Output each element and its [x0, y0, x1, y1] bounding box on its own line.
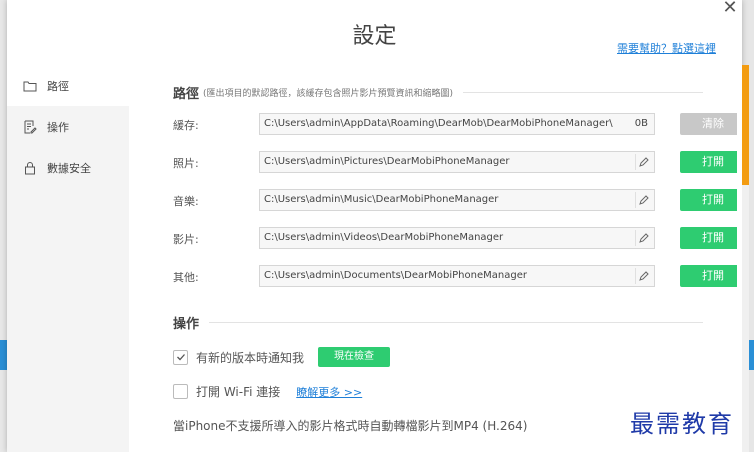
pencil-icon[interactable] [635, 154, 652, 170]
open-videos-button[interactable]: 打開 [680, 227, 737, 249]
settings-content: 路徑 (匯出項目的默認路徑，該緩存包含照片影片預覽資訊和縮略圖) 緩存: C:\… [129, 65, 737, 452]
sidebar-item-label: 數據安全 [47, 161, 91, 175]
open-other-button[interactable]: 打開 [680, 265, 737, 287]
path-text: C:\Users\admin\Videos\DearMobiPhoneManag… [264, 232, 504, 243]
lock-icon [25, 161, 35, 174]
photos-row: 照片: C:\Users\admin\Pictures\DearMobiPhon… [173, 151, 737, 175]
notify-label: 有新的版本時通知我 [196, 350, 305, 365]
notify-option: 有新的版本時通知我 現在檢查 [173, 347, 391, 367]
row-label: 音樂: [173, 195, 199, 208]
open-music-button[interactable]: 打開 [680, 189, 737, 211]
path-text: C:\Users\admin\Music\DearMobiPhoneManage… [264, 194, 499, 205]
divider [463, 92, 703, 93]
settings-dialog: ✕ 設定 需要幫助？點選這裡 路徑 操作 數據安全 路徑 (匯出項目的默認路徑，… [7, 0, 749, 452]
videos-row: 影片: C:\Users\admin\Videos\DearMobiPhoneM… [173, 227, 737, 251]
open-photos-button[interactable]: 打開 [680, 151, 737, 173]
scrollbar[interactable] [742, 65, 749, 452]
row-label: 照片: [173, 157, 199, 170]
path-text: C:\Users\admin\AppData\Roaming\DearMob\D… [264, 118, 613, 129]
watermark-text: 最需教育 [630, 410, 734, 438]
sidebar-item-label: 操作 [47, 120, 69, 134]
sidebar-item-label: 路徑 [47, 79, 69, 93]
path-text: C:\Users\admin\Documents\DearMobiPhoneMa… [264, 270, 527, 281]
music-path-field[interactable]: C:\Users\admin\Music\DearMobiPhoneManage… [259, 189, 655, 211]
background-blue-accent [0, 340, 7, 370]
sidebar-item-path[interactable]: 路徑 [7, 65, 129, 106]
close-icon[interactable]: ✕ [720, 0, 740, 18]
cache-row: 緩存: C:\Users\admin\AppData\Roaming\DearM… [173, 113, 737, 137]
check-now-button[interactable]: 現在檢查 [318, 347, 391, 367]
pencil-icon[interactable] [635, 268, 652, 284]
wifi-option: 打開 Wi-Fi 連接 瞭解更多 >> [173, 383, 362, 400]
wifi-checkbox[interactable] [173, 384, 188, 399]
cache-path-field: C:\Users\admin\AppData\Roaming\DearMob\D… [259, 113, 655, 135]
videos-path-field[interactable]: C:\Users\admin\Videos\DearMobiPhoneManag… [259, 227, 655, 249]
path-text: C:\Users\admin\Pictures\DearMobiPhoneMan… [264, 156, 510, 167]
other-row: 其他: C:\Users\admin\Documents\DearMobiPho… [173, 265, 737, 289]
background-app-left [0, 0, 7, 452]
checkmark-icon [176, 354, 185, 361]
path-section-header: 路徑 (匯出項目的默認路徑，該緩存包含照片影片預覽資訊和縮略圖) [173, 83, 703, 102]
wifi-label: 打開 Wi-Fi 連接 [196, 385, 281, 399]
learn-more-link[interactable]: 瞭解更多 >> [296, 384, 362, 400]
section-title: 路徑 [173, 87, 200, 102]
divider [209, 322, 703, 323]
clear-cache-button[interactable]: 清除 [680, 113, 737, 135]
other-path-field[interactable]: C:\Users\admin\Documents\DearMobiPhoneMa… [259, 265, 655, 287]
section-title: 操作 [173, 317, 200, 332]
row-label: 影片: [173, 233, 199, 246]
scrollbar-thumb[interactable] [742, 65, 749, 185]
row-label: 緩存: [173, 119, 199, 132]
photos-path-field[interactable]: C:\Users\admin\Pictures\DearMobiPhoneMan… [259, 151, 655, 173]
sidebar: 路徑 操作 數據安全 [7, 65, 129, 452]
music-row: 音樂: C:\Users\admin\Music\DearMobiPhoneMa… [173, 189, 737, 213]
folder-icon [23, 81, 37, 91]
sidebar-item-operation[interactable]: 操作 [7, 106, 129, 147]
cache-size: 0B [634, 118, 648, 129]
row-label: 其他: [173, 271, 199, 284]
auto-convert-label: 當iPhone不支援所導入的影片格式時自動轉檔影片到MP4 (H.264) [173, 419, 528, 433]
pencil-icon[interactable] [635, 192, 652, 208]
section-note: (匯出項目的默認路徑，該緩存包含照片影片預覽資訊和縮略圖) [203, 89, 454, 99]
notify-checkbox[interactable] [173, 349, 188, 365]
help-link[interactable]: 需要幫助？點選這裡 [617, 40, 716, 56]
pencil-icon[interactable] [635, 230, 652, 246]
sidebar-item-data-security[interactable]: 數據安全 [7, 147, 129, 188]
operation-section-header: 操作 [173, 313, 703, 332]
document-edit-icon [24, 120, 37, 133]
